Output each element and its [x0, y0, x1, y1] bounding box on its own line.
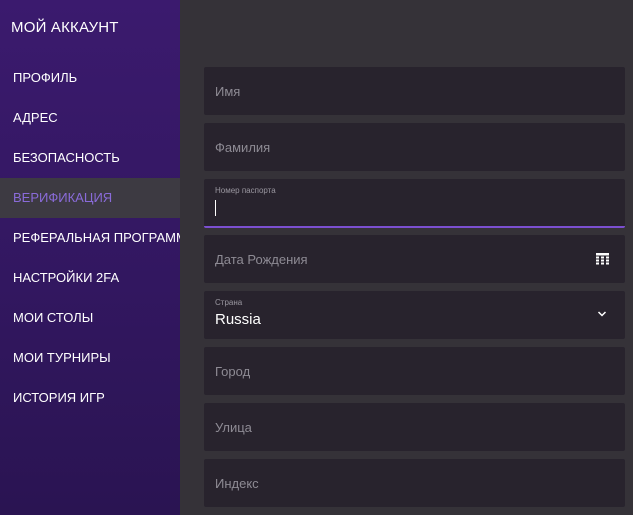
sidebar-item-my-tables[interactable]: МОИ СТОЛЫ [0, 298, 180, 338]
last-name-field[interactable]: Фамилия [204, 123, 625, 171]
sidebar-item-verification[interactable]: ВЕРИФИКАЦИЯ [0, 178, 180, 218]
postal-code-placeholder: Индекс [215, 476, 259, 491]
city-field[interactable]: Город [204, 347, 625, 395]
street-placeholder: Улица [215, 420, 252, 435]
passport-number-field[interactable]: Номер паспорта [204, 179, 625, 228]
sidebar-item-my-tournaments[interactable]: МОИ ТУРНИРЫ [0, 338, 180, 378]
sidebar: МОЙ АККАУНТ ПРОФИЛЬ АДРЕС БЕЗОПАСНОСТЬ В… [0, 0, 195, 515]
city-placeholder: Город [215, 364, 251, 379]
sidebar-item-address[interactable]: АДРЕС [0, 98, 180, 138]
birth-date-field[interactable]: Дата Рождения [204, 235, 625, 283]
passport-number-label: Номер паспорта [215, 186, 276, 195]
country-label: Страна [215, 298, 243, 307]
birth-date-placeholder: Дата Рождения [215, 252, 308, 267]
street-field[interactable]: Улица [204, 403, 625, 451]
first-name-field[interactable]: Имя [204, 67, 625, 115]
sidebar-item-profile[interactable]: ПРОФИЛЬ [0, 58, 180, 98]
sidebar-title: МОЙ АККАУНТ [11, 19, 119, 36]
country-value: Russia [215, 311, 261, 328]
chevron-down-icon[interactable] [597, 309, 607, 319]
sidebar-item-referral-program[interactable]: РЕФЕРАЛЬНАЯ ПРОГРАММА [0, 218, 195, 258]
sidebar-item-security[interactable]: БЕЗОПАСНОСТЬ [0, 138, 180, 178]
sidebar-item-2fa-settings[interactable]: НАСТРОЙКИ 2FA [0, 258, 180, 298]
calendar-icon[interactable] [596, 253, 609, 265]
account-page: МОЙ АККАУНТ ПРОФИЛЬ АДРЕС БЕЗОПАСНОСТЬ В… [0, 0, 633, 515]
verification-form: Имя Фамилия Номер паспорта Дата Рождения [180, 0, 633, 515]
last-name-placeholder: Фамилия [215, 140, 271, 155]
country-select[interactable]: Страна Russia [204, 291, 625, 339]
sidebar-item-game-history[interactable]: ИСТОРИЯ ИГР [0, 378, 180, 418]
text-cursor [215, 200, 216, 216]
postal-code-field[interactable]: Индекс [204, 459, 625, 507]
sidebar-nav: ПРОФИЛЬ АДРЕС БЕЗОПАСНОСТЬ ВЕРИФИКАЦИЯ Р… [0, 58, 195, 418]
first-name-placeholder: Имя [215, 84, 241, 99]
